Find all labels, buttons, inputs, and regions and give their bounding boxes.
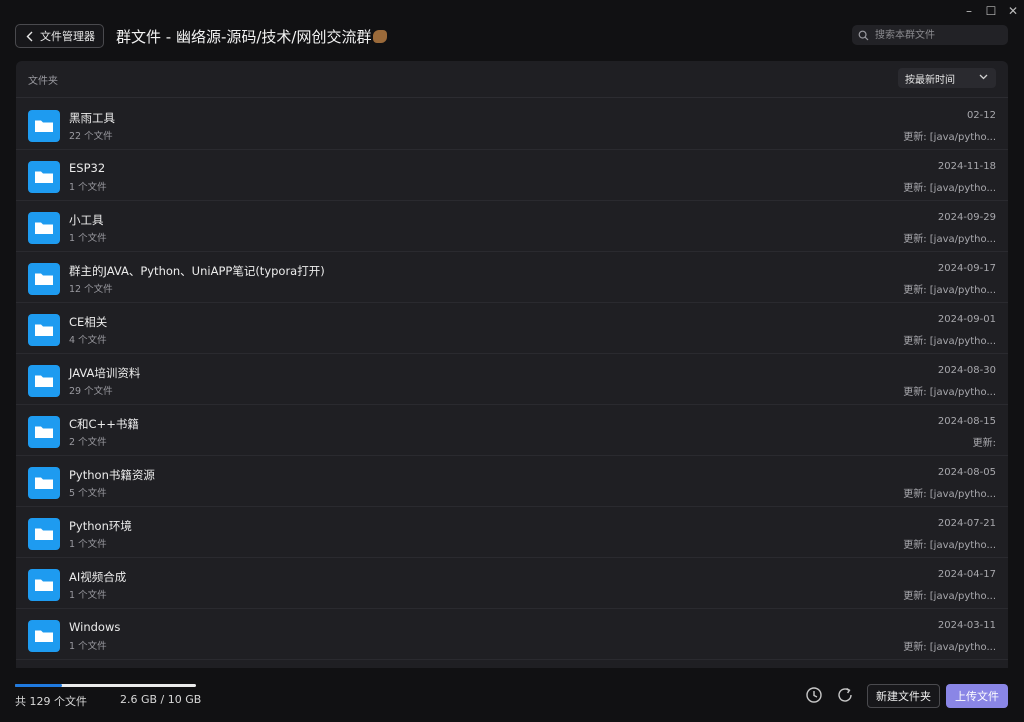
folder-date: 02-12: [966, 110, 996, 121]
section-label: 文件夹: [28, 76, 58, 87]
folder-row[interactable]: Windows 1 个文件 2024-03-11 更新: [java/pytho...: [16, 609, 1008, 660]
file-count: 共 129 个文件: [15, 695, 87, 708]
folder-icon: [28, 212, 60, 244]
folder-file-count: 29 个文件: [69, 386, 113, 397]
folder-updated-by: 更新: [java/pytho...: [903, 642, 996, 653]
folder-file-count: 22 个文件: [69, 131, 113, 142]
folder-date: 2024-09-01: [937, 314, 996, 325]
folder-file-count: 4 个文件: [69, 335, 107, 346]
folder-icon: [28, 416, 60, 448]
back-button-label: 文件管理器: [40, 30, 95, 43]
search-box[interactable]: [852, 25, 1008, 45]
folder-file-count: 1 个文件: [69, 539, 107, 550]
folder-row[interactable]: JAVA培训资料 29 个文件 2024-08-30 更新: [java/pytho.…: [16, 354, 1008, 405]
folder-updated-by: 更新: [java/pytho...: [903, 591, 996, 602]
folder-updated-by: 更新: [java/pytho...: [903, 285, 996, 296]
back-button[interactable]: 文件管理器: [15, 24, 104, 48]
header: 文件管理器 群文件 - 幽络源-源码/技术/网创交流群: [0, 22, 1024, 52]
storage-usage: 2.6 GB / 10 GB: [120, 693, 202, 706]
folder-name: Python环境: [69, 519, 132, 533]
folder-row[interactable]: Python环境 1 个文件 2024-07-21 更新: [java/pytho..…: [16, 507, 1008, 558]
folder-file-count: 12 个文件: [69, 284, 113, 295]
folder-name: CE相关: [69, 315, 108, 329]
folder-updated-by: 更新: [java/pytho...: [903, 336, 996, 347]
folder-date: 2024-08-05: [937, 467, 996, 478]
maximize-button[interactable]: ☐: [980, 0, 1002, 22]
folder-updated-by: 更新:: [972, 438, 996, 449]
folder-file-count: 2 个文件: [69, 437, 107, 448]
folder-updated-by: 更新: [java/pytho...: [903, 489, 996, 500]
footer: 共 129 个文件 2.6 GB / 10 GB 新建文件夹 上传文件: [0, 668, 1024, 722]
folder-row[interactable]: ESP32 1 个文件 2024-11-18 更新: [java/pytho...: [16, 150, 1008, 201]
folder-date: 2024-11-18: [937, 161, 996, 172]
folder-name: 黑雨工具: [69, 111, 115, 125]
folder-updated-by: 更新: [java/pytho...: [903, 540, 996, 551]
folder-icon: [28, 365, 60, 397]
folder-updated-by: 更新: [java/pytho...: [903, 183, 996, 194]
folder-name: ESP32: [69, 161, 106, 175]
chevron-left-icon: [26, 31, 33, 41]
group-name: 群文件 - 幽络源-源码/技术/网创交流群: [116, 28, 372, 46]
folder-file-count: 1 个文件: [69, 182, 107, 193]
folder-icon: [28, 518, 60, 550]
history-icon[interactable]: [805, 686, 823, 704]
folder-row[interactable]: AI视频合成 1 个文件 2024-04-17 更新: [java/pytho...: [16, 558, 1008, 609]
folder-icon: [28, 314, 60, 346]
folder-date: 2024-09-29: [937, 212, 996, 223]
folder-updated-by: 更新: [java/pytho...: [903, 132, 996, 143]
window-controls: – ☐ ✕: [958, 0, 1024, 22]
close-button[interactable]: ✕: [1002, 0, 1024, 22]
file-panel: 文件夹 按最新时间 黑雨工具 22 个文件 02-12 更新: [java/pytho…: [16, 61, 1008, 668]
folder-name: AI视频合成: [69, 570, 127, 584]
storage-progress-fill: [15, 684, 63, 687]
upload-button[interactable]: 上传文件: [946, 684, 1008, 708]
folder-list: 黑雨工具 22 个文件 02-12 更新: [java/pytho... ESP32 1 …: [16, 99, 1008, 668]
folder-icon: [28, 110, 60, 142]
folder-name: Python书籍资源: [69, 468, 155, 482]
folder-row[interactable]: CE相关 4 个文件 2024-09-01 更新: [java/pytho...: [16, 303, 1008, 354]
folder-icon: [28, 467, 60, 499]
folder-file-count: 1 个文件: [69, 641, 107, 652]
folder-icon: [28, 569, 60, 601]
folder-icon: [28, 620, 60, 652]
folder-name: 群主的JAVA、Python、UniAPP笔记(typora打开): [69, 264, 325, 278]
folder-date: 2024-08-15: [937, 416, 996, 427]
minimize-button[interactable]: –: [958, 0, 980, 22]
storage-progress-bar: [15, 684, 196, 687]
new-folder-button[interactable]: 新建文件夹: [867, 684, 940, 708]
folder-name: Windows: [69, 620, 121, 634]
folder-name: 小工具: [69, 213, 104, 227]
folder-date: 2024-04-17: [937, 569, 996, 580]
folder-date: 2024-08-30: [937, 365, 996, 376]
folder-date: 2024-07-21: [937, 518, 996, 529]
sort-label: 按最新时间: [905, 74, 955, 86]
folder-updated-by: 更新: [java/pytho...: [903, 387, 996, 398]
panel-header: 文件夹 按最新时间: [16, 61, 1008, 98]
folder-row[interactable]: 群主的JAVA、Python、UniAPP笔记(typora打开) 12 个文件 2…: [16, 252, 1008, 303]
folder-name: C和C++书籍: [69, 417, 139, 431]
folder-file-count: 1 个文件: [69, 590, 107, 601]
search-icon: [858, 30, 869, 40]
folder-icon: [28, 161, 60, 193]
folder-row[interactable]: 黑雨工具 22 个文件 02-12 更新: [java/pytho...: [16, 99, 1008, 150]
folder-file-count: 1 个文件: [69, 233, 107, 244]
folder-row[interactable]: Python书籍资源 5 个文件 2024-08-05 更新: [java/pytho…: [16, 456, 1008, 507]
sort-dropdown[interactable]: 按最新时间: [898, 68, 996, 88]
folder-file-count: 5 个文件: [69, 488, 107, 499]
folder-name: JAVA培训资料: [69, 366, 141, 380]
beaver-icon: [373, 30, 388, 43]
folder-row[interactable]: Android2024-02-28: [16, 660, 1008, 668]
folder-row[interactable]: 小工具 1 个文件 2024-09-29 更新: [java/pytho...: [16, 201, 1008, 252]
folder-date: 2024-09-17: [937, 263, 996, 274]
refresh-icon[interactable]: [836, 686, 854, 704]
folder-icon: [28, 263, 60, 295]
chevron-down-icon: [979, 74, 988, 80]
folder-row[interactable]: C和C++书籍 2 个文件 2024-08-15 更新:: [16, 405, 1008, 456]
folder-date: 2024-03-11: [937, 620, 996, 631]
page-title: 群文件 - 幽络源-源码/技术/网创交流群: [116, 26, 388, 47]
folder-updated-by: 更新: [java/pytho...: [903, 234, 996, 245]
search-input[interactable]: [873, 28, 1007, 42]
